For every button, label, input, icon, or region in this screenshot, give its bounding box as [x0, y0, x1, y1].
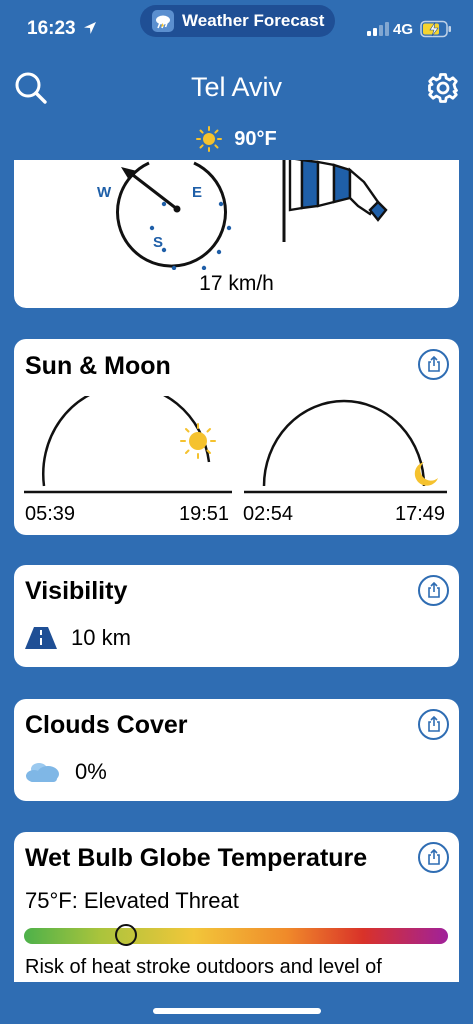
cloud-icon	[26, 763, 59, 782]
status-bar: 16:23 Weather Forecast 4G	[0, 0, 473, 56]
cellular-signal-icon	[367, 22, 389, 36]
home-indicator-area	[0, 982, 473, 1024]
current-temperature: 90°F	[234, 127, 277, 150]
sunset-time: 19:51	[179, 503, 230, 525]
road-icon	[25, 627, 57, 649]
moonset-time: 17:49	[395, 503, 446, 525]
app-switch-pill[interactable]: Weather Forecast	[140, 5, 335, 37]
city-name: Tel Aviv	[190, 72, 283, 102]
gear-icon	[428, 73, 458, 103]
sunrise-time: 05:39	[25, 503, 76, 525]
visibility-value: 10 km	[71, 625, 131, 650]
settings-button[interactable]	[425, 70, 461, 106]
sun-path-diagram	[24, 396, 232, 494]
wind-direction-arrow	[127, 170, 179, 211]
sun-moon-card: Sun & Moon 05:39 19:51 02:54 17:49	[14, 339, 459, 535]
moon-path-diagram	[244, 399, 447, 494]
wbgt-title: Wet Bulb Globe Temperature	[25, 844, 368, 872]
location-arrow-icon	[84, 22, 96, 34]
wbgt-share-button[interactable]	[418, 842, 449, 873]
home-indicator[interactable]	[153, 1008, 321, 1014]
clouds-value-row: 0%	[25, 759, 107, 785]
compass-east-label: E	[192, 184, 202, 201]
app-pill-label: Weather Forecast	[182, 11, 325, 30]
clouds-cover-value: 0%	[75, 759, 107, 784]
clouds-share-button[interactable]	[418, 709, 449, 740]
current-temperature-row: 90°F	[0, 126, 473, 152]
visibility-title: Visibility	[25, 577, 128, 605]
moonrise-time: 02:54	[243, 503, 294, 525]
visibility-share-button[interactable]	[418, 575, 449, 606]
sun-moon-share-button[interactable]	[418, 349, 449, 380]
app-header: Tel Aviv 90°F	[0, 56, 473, 160]
share-icon	[427, 849, 440, 865]
wind-speed-value: 17 km/h	[199, 272, 274, 295]
wbgt-scale-bar	[24, 924, 448, 946]
network-type: 4G	[393, 21, 414, 38]
battery-charging-icon	[420, 20, 451, 38]
status-time: 16:23	[27, 18, 76, 39]
share-icon	[427, 716, 440, 732]
wbgt-status: 75°F: Elevated Threat	[25, 888, 239, 913]
share-icon	[427, 582, 440, 598]
compass-south-label: S	[153, 234, 163, 251]
wind-card: W E S 17 km/h	[14, 160, 459, 308]
compass-west-label: W	[97, 184, 112, 201]
sun-moon-title: Sun & Moon	[25, 352, 171, 380]
wbgt-description: Risk of heat stroke outdoors and level o…	[25, 956, 382, 978]
clouds-cover-card: Clouds Cover 0%	[14, 699, 459, 801]
share-icon	[427, 356, 440, 372]
visibility-value-row: 10 km	[25, 625, 131, 651]
clouds-cover-title: Clouds Cover	[25, 711, 188, 739]
wbgt-level-marker	[114, 924, 137, 946]
visibility-card: Visibility 10 km	[14, 565, 459, 667]
sun-icon	[196, 126, 223, 152]
moon-position-icon	[414, 462, 438, 486]
weather-app-icon	[152, 10, 174, 32]
